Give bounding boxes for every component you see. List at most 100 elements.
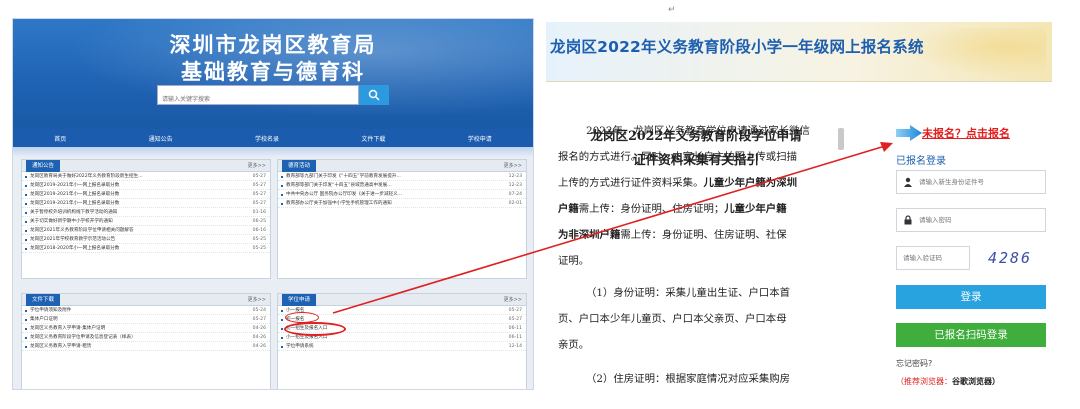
search-icon[interactable] (359, 85, 389, 105)
list-item[interactable]: 集体户口证明 05-27 (22, 315, 270, 324)
nav-item-downloads[interactable]: 文件下载 (361, 134, 385, 143)
screenshot-root: ↵ 深圳市龙岗区教育局 基础教育与德育科 首页 通知公告 学校名录 文件下载 学… (0, 0, 1080, 409)
panel-header: 学位申请 更多>> (278, 294, 526, 306)
list-item-date: 04-26 (252, 335, 266, 340)
list-item-date: 06-16 (252, 228, 266, 233)
guide-line: 为非深圳户籍需上传：身份证明、住房证明、社保 (558, 226, 787, 241)
list-item[interactable]: 教育部等九部门关于印发《“十四五”学前教育发展提升... 12-23 (278, 172, 526, 181)
user-icon (903, 177, 913, 187)
list-item-date: 12-23 (508, 183, 522, 188)
guide-line-text: （1）身份证明：采集儿童出生证、户口本首 (586, 287, 791, 299)
register-link[interactable]: 未报名？点击报名 (922, 125, 1010, 141)
captcha-field[interactable] (896, 246, 970, 270)
lock-icon (903, 215, 913, 225)
panel-title-degree-apply: 学位申请 (282, 294, 317, 306)
list-item[interactable]: 龙岗区2019-2021年小一网上报名录取分数 05-27 (22, 190, 270, 199)
list-item-date: 07-24 (508, 192, 522, 197)
list-item[interactable]: 龙岗区2021年学校教育教学示范活动公告 05-25 (22, 235, 270, 244)
panel-title-notices: 通知公告 (26, 160, 61, 172)
list-item[interactable]: 龙岗区义务教育阶段学位申请及信息登记表（样表） 04-26 (22, 333, 270, 342)
list-item[interactable]: 龙岗区2019-2021年小一网上报名录取分数 05-27 (22, 181, 270, 190)
list-item-text: 龙岗区2019-2021年小一网上报名录取分数 (30, 192, 120, 197)
login-panel: 未报名？点击报名 已报名登录 4286 登录 已报名扫码登录 忘记密码? (894, 112, 1054, 390)
nav-item-home[interactable]: 首页 (54, 134, 66, 143)
list-item[interactable]: 中共中央办公厅 国务院办公厅印发《关于进一步减轻义... 07-24 (278, 190, 526, 199)
site-nav: 首页 通知公告 学校名录 文件下载 学校申请 (13, 129, 533, 147)
list-item-date: 02-01 (508, 201, 522, 206)
guide-line: （1）身份证明：采集儿童出生证、户口本首 (586, 284, 790, 299)
recommend-label: （推荐浏览器： (896, 377, 952, 386)
list-item-text: 中共中央办公厅 国务院办公厅印发《关于进一步减轻义... (286, 192, 403, 197)
site-search-input[interactable] (158, 90, 358, 109)
list-item[interactable]: 教育部办公厅关于加强中小学生手机管理工作的通知 02-01 (278, 199, 526, 208)
guide-line-text: 需上传：身份证明、住房证明、社保 (620, 229, 787, 241)
list-item[interactable]: 学位申请系统 12-14 (278, 342, 526, 351)
id-number-field[interactable] (896, 170, 1046, 194)
login-heading: 已报名登录 (896, 156, 946, 167)
guide-line-text: 亲页。 (558, 339, 590, 351)
list-item[interactable]: 关于暂停校外培训机构线下教学活动的通知 01-16 (22, 208, 270, 217)
list-item[interactable]: 龙岗区2019-2021年小一网上报名录取分数 05-27 (22, 199, 270, 208)
nav-item-apply[interactable]: 学校申请 (468, 134, 492, 143)
list-item[interactable]: 龙岗区教育局关于做好2022年义务教育阶段新生招生... 05-27 (22, 172, 270, 181)
guide-line-bold: 户籍 (558, 203, 579, 215)
list-item-date: 12-14 (508, 344, 522, 349)
list-item-text: 龙岗区2019-2021年小一网上报名录取分数 (30, 183, 120, 188)
bureau-website: 深圳市龙岗区教育局 基础教育与德育科 首页 通知公告 学校名录 文件下载 学校申… (12, 18, 534, 390)
password-input[interactable] (919, 209, 1043, 231)
list-item-text: 龙岗区2021年学校教育教学示范活动公告 (30, 237, 116, 242)
list-item-date: 05-27 (508, 317, 522, 322)
list-item-text: 教育部办公厅关于加强中小学生手机管理工作的通知 (286, 201, 392, 206)
site-search-box[interactable] (157, 85, 359, 109)
panel-header: 文件下载 更多>> (22, 294, 270, 306)
list-item-date: 05-27 (252, 192, 266, 197)
scan-login-button[interactable]: 已报名扫码登录 (896, 323, 1046, 347)
list-item-text: 关于暂停校外培训机构线下教学活动的通知 (30, 210, 118, 215)
list-item[interactable]: 学位申请须知及附件 05-24 (22, 306, 270, 315)
panel-header: 通知公告 更多>> (22, 160, 270, 172)
panel-more-link[interactable]: 更多>> (504, 294, 522, 306)
list-item-text: 学位申请须知及附件 (30, 308, 72, 313)
captcha-input[interactable] (903, 247, 967, 269)
guide-line: 2022年，龙岗区义务教育学位申请通过家长微信 (586, 122, 810, 137)
guide-line-text: 上传的方式进行证件资料采集。 (558, 177, 704, 189)
list-item[interactable]: 龙岗区义务教育入学申请-集体户证明 04-26 (22, 324, 270, 333)
panel-more-link[interactable]: 更多>> (504, 160, 522, 172)
guide-line: 户籍需上传：身份证明、住房证明；儿童少年户籍 (558, 200, 787, 215)
banner-curve (13, 147, 533, 157)
list-item[interactable]: 龙岗区2021年义务教育阶段学位申请相关问题解答 06-16 (22, 226, 270, 235)
guide-line-text: 2022年，龙岗区义务教育学位申请通过家长微信 (586, 125, 810, 137)
list-item-text: 龙岗区义务教育入学申请-租赁 (30, 344, 92, 349)
panel-header: 德育活动 更多>> (278, 160, 526, 172)
list-item-date: 05-27 (508, 308, 522, 313)
guide-line: 报名的方式进行。同时，由家长自主拍照上传或扫描 (558, 148, 797, 163)
browser-recommendation: （推荐浏览器：谷歌浏览器） (896, 376, 1000, 387)
list-item-date: 01-16 (252, 210, 266, 215)
site-title-line2: 基础教育与德育科 (181, 60, 365, 84)
system-title: 龙岗区2022年义务教育阶段小学一年级网上报名系统 (550, 38, 924, 56)
text-cursor-marker: ↵ (668, 5, 676, 15)
list-item[interactable]: 关于切实做好新学期中小学校开学的通知 06-25 (22, 217, 270, 226)
guide-line: （2）住房证明：根据家庭情况对应采集购房 (586, 370, 790, 385)
list-item[interactable]: 龙岗区2018-2020年小一网上报名录取分数 05-25 (22, 244, 270, 253)
document-scrollbar[interactable] (838, 128, 844, 150)
list-item[interactable]: 教育部等部门关于印发“十四五”县域普通高中发展... 12-23 (278, 181, 526, 190)
list-item-text: 教育部等部门关于印发“十四五”县域普通高中发展... (286, 183, 392, 188)
list-item-text: 龙岗区义务教育入学申请-集体户证明 (30, 326, 106, 331)
list-item-date: 05-27 (252, 174, 266, 179)
highlight-ellipse-large (284, 322, 346, 336)
panel-more-link[interactable]: 更多>> (248, 294, 266, 306)
nav-item-notices[interactable]: 通知公告 (149, 134, 173, 143)
password-field[interactable] (896, 208, 1046, 232)
nav-item-schools[interactable]: 学校名录 (255, 134, 279, 143)
captcha-image[interactable]: 4286 (980, 246, 1040, 270)
list-item-date: 05-24 (252, 308, 266, 313)
forgot-password-link[interactable]: 忘记密码? (896, 358, 932, 369)
guide-line: 证明。 (558, 252, 589, 267)
login-button[interactable]: 登录 (896, 285, 1046, 309)
panel-more-link[interactable]: 更多>> (248, 160, 266, 172)
guide-line-text: （2）住房证明：根据家庭情况对应采集购房 (586, 373, 791, 385)
id-number-input[interactable] (919, 171, 1043, 193)
list-item[interactable]: 龙岗区义务教育入学申请-租赁 04-26 (22, 342, 270, 351)
banner-decoration (906, 28, 1046, 76)
